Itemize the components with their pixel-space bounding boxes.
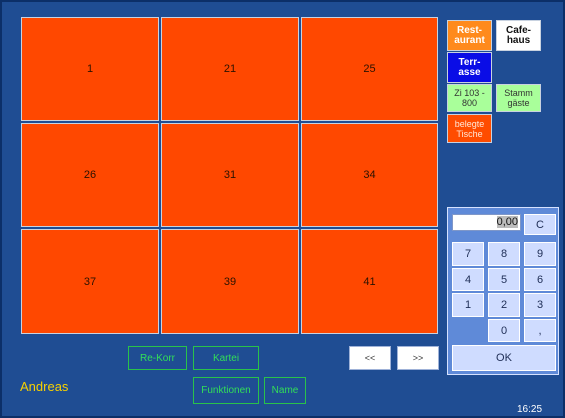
table-number: 1 — [86, 63, 94, 75]
table-tile[interactable]: 21 — [161, 17, 299, 121]
numpad-key-9[interactable]: 9 — [524, 242, 556, 266]
area-restaurant-button[interactable]: Rest- aurant — [447, 20, 492, 51]
numpad-key-comma[interactable]: , — [524, 319, 556, 342]
table-tile[interactable]: 37 — [21, 229, 159, 334]
table-tile[interactable]: 39 — [161, 229, 299, 334]
numpad-key-3[interactable]: 3 — [524, 293, 556, 317]
table-number: 25 — [363, 63, 376, 75]
amount-display: 0,00 — [452, 214, 521, 231]
occupied-tables-button[interactable]: belegte Tische — [447, 114, 492, 143]
table-tile[interactable]: 41 — [301, 229, 438, 334]
area-cafehaus-button[interactable]: Cafe- haus — [496, 20, 541, 51]
previous-page-button[interactable]: << — [349, 346, 391, 370]
table-number: 37 — [83, 275, 97, 288]
user-name: Andreas — [20, 379, 69, 394]
numpad-key-6[interactable]: 6 — [524, 268, 556, 291]
table-tile[interactable]: 34 — [301, 123, 438, 227]
re-korr-button[interactable]: Re-Korr — [128, 346, 187, 370]
name-button[interactable]: Name — [264, 377, 306, 404]
numpad-key-8[interactable]: 8 — [488, 242, 520, 266]
table-number: 26 — [83, 169, 97, 181]
amount-value: 0,00 — [496, 216, 518, 228]
table-tile[interactable]: 31 — [161, 123, 299, 227]
table-number: 21 — [223, 63, 237, 75]
table-tile[interactable]: 1 — [21, 17, 159, 121]
numpad-key-7[interactable]: 7 — [452, 242, 484, 266]
table-number: 34 — [363, 169, 376, 181]
numpad-key-4[interactable]: 4 — [452, 268, 484, 291]
table-number: 41 — [363, 275, 376, 288]
regular-guests-button[interactable]: Stamm gäste — [496, 84, 541, 112]
numpad-key-5[interactable]: 5 — [488, 268, 520, 291]
numpad-key-2[interactable]: 2 — [488, 293, 520, 317]
table-number: 39 — [223, 275, 237, 288]
numpad-key-0[interactable]: 0 — [488, 319, 520, 342]
clock: 16:25 — [517, 404, 543, 415]
area-terrasse-button[interactable]: Terr- asse — [447, 52, 492, 83]
clear-key[interactable]: C — [524, 214, 556, 235]
table-tile[interactable]: 26 — [21, 123, 159, 227]
funktionen-button[interactable]: Funktionen — [193, 377, 259, 404]
kartei-button[interactable]: Kartei — [193, 346, 259, 370]
table-tile[interactable]: 25 — [301, 17, 438, 121]
ok-button[interactable]: OK — [452, 345, 556, 371]
numpad-key-1[interactable]: 1 — [452, 293, 484, 317]
next-page-button[interactable]: >> — [397, 346, 439, 370]
rooms-button[interactable]: Zi 103 - 800 — [447, 84, 492, 112]
table-number: 31 — [223, 169, 237, 181]
